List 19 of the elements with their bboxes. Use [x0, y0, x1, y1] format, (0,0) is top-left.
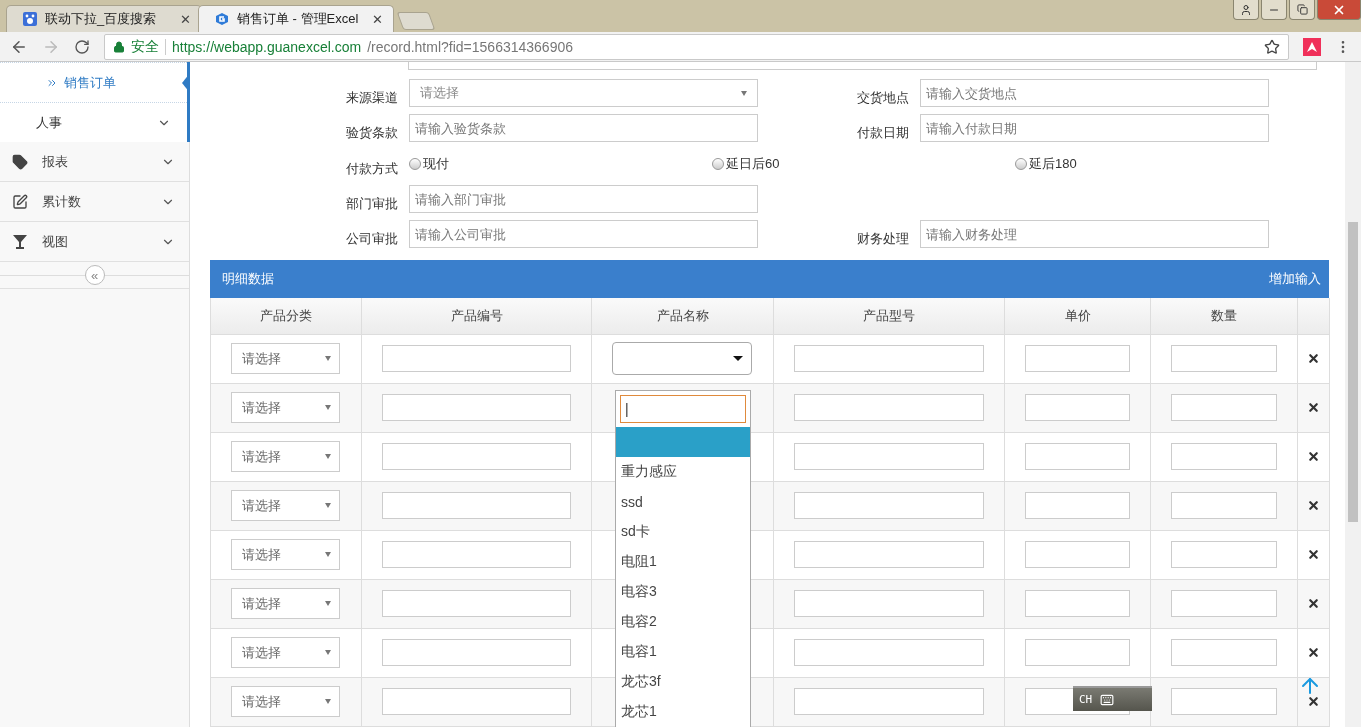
field-label: 部门审批: [345, 195, 398, 214]
url-path: /record.html?fid=1566314366906: [367, 38, 574, 55]
field-label: 付款日期: [856, 124, 909, 143]
field-label: 交货地点: [856, 89, 909, 108]
column-header: 产品分类: [211, 298, 362, 335]
field-label: 来源渠道: [345, 89, 398, 108]
column-header: 产品编号: [362, 298, 592, 335]
column-header: 产品型号: [774, 298, 1005, 335]
field-label: 验货条款: [345, 124, 398, 143]
field-label: 付款方式: [345, 159, 398, 178]
column-header: 单价: [1005, 298, 1151, 335]
column-header: 产品名称: [592, 298, 774, 335]
field-label: 公司审批: [345, 230, 398, 249]
ime-label: CH: [1079, 693, 1093, 706]
url-host: https://webapp.guanexcel.com: [172, 38, 362, 55]
column-header: 数量: [1151, 298, 1298, 335]
panel-title: 明细数据: [222, 270, 274, 288]
field-label: 财务处理: [856, 230, 909, 249]
secure-label: 安全: [131, 37, 159, 56]
